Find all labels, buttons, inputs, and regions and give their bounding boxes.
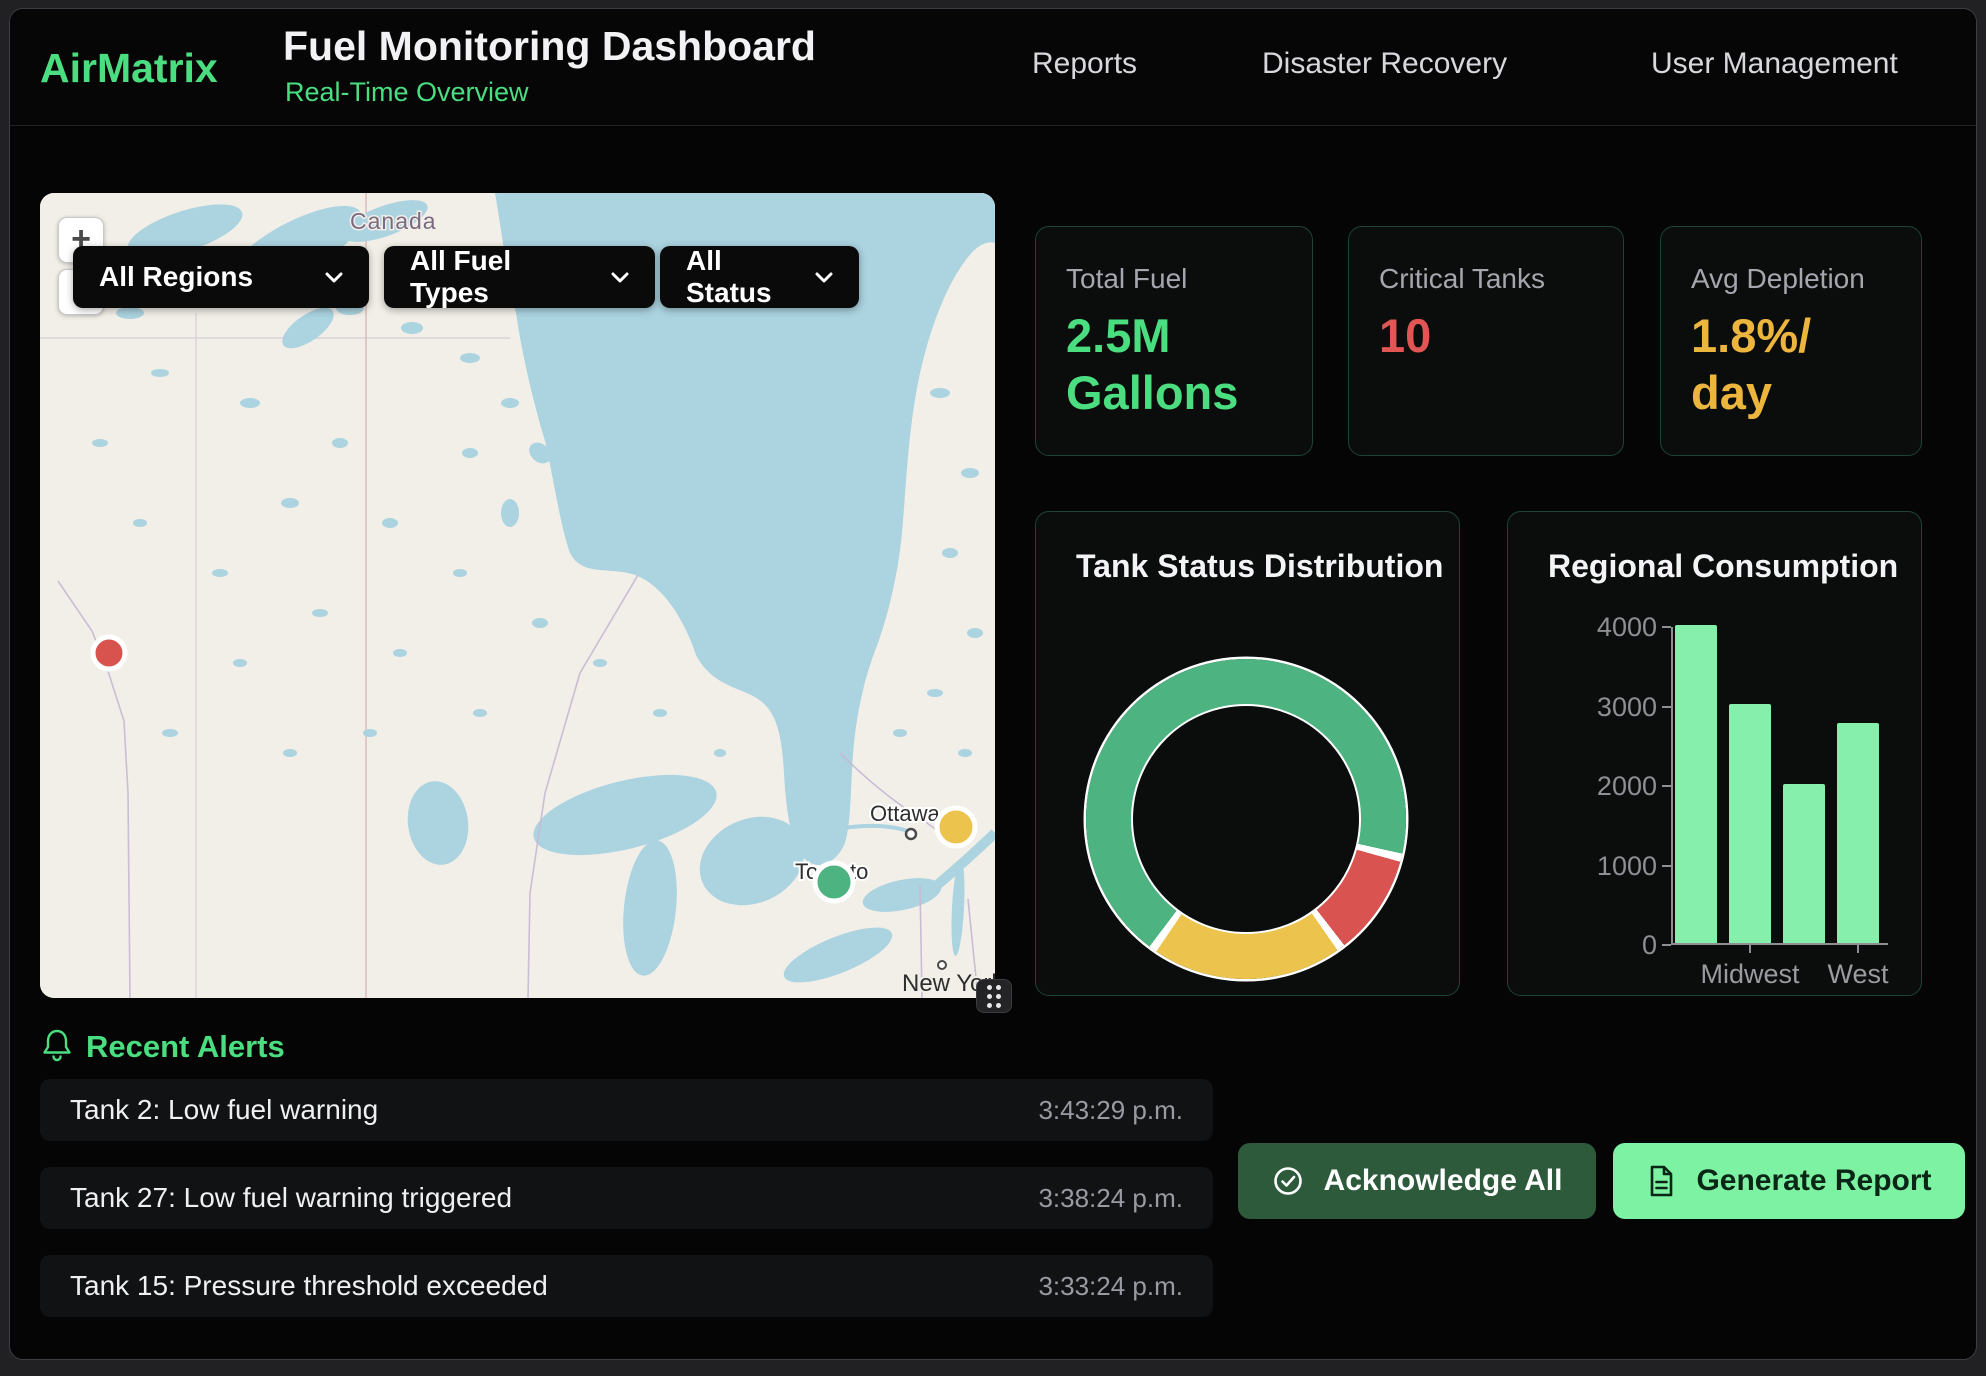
map-label-ottawa: Ottawa: [870, 801, 940, 826]
brand-logo: AirMatrix: [40, 45, 218, 92]
alert-text: Tank 2: Low fuel warning: [70, 1094, 378, 1126]
map-resize-handle[interactable]: [976, 979, 1012, 1013]
yellow-status-marker[interactable]: [937, 808, 975, 846]
red-status-marker[interactable]: [93, 637, 125, 669]
stat-value: 10: [1379, 307, 1593, 364]
filter-fuel-types-label: All Fuel Types: [410, 245, 585, 309]
tank-status-title: Tank Status Distribution: [1076, 548, 1443, 585]
chevron-down-icon: [789, 272, 833, 283]
x-axis-tick-label: West: [1798, 959, 1918, 990]
nav-disaster-recovery[interactable]: Disaster Recovery: [1262, 47, 1507, 81]
page-subtitle: Real-Time Overview: [285, 77, 529, 108]
filter-fuel-types-dropdown[interactable]: All Fuel Types: [384, 246, 655, 308]
x-axis-tick-mark: [1857, 945, 1859, 953]
alert-time: 3:33:24 p.m.: [1038, 1271, 1183, 1302]
stat-label: Critical Tanks: [1379, 263, 1593, 295]
dashboard-app: AirMatrix Fuel Monitoring Dashboard Real…: [9, 8, 1977, 1360]
acknowledge-all-label: Acknowledge All: [1324, 1164, 1563, 1198]
nav-user-management[interactable]: User Management: [1651, 47, 1898, 81]
y-axis-tick-mark: [1662, 626, 1671, 628]
check-circle-icon: [1272, 1165, 1304, 1197]
x-axis-tick-mark: [1749, 945, 1751, 953]
bar-2: [1783, 784, 1825, 943]
y-axis-tick-label: 1000: [1567, 851, 1657, 882]
alert-row[interactable]: Tank 27: Low fuel warning triggered 3:38…: [40, 1167, 1213, 1229]
ottawa-city-dot: [906, 829, 916, 839]
generate-report-label: Generate Report: [1696, 1164, 1931, 1198]
y-axis-tick-mark: [1662, 944, 1671, 946]
y-axis-tick-label: 4000: [1567, 612, 1657, 643]
y-axis-tick-mark: [1662, 785, 1671, 787]
tank-status-panel: Tank Status Distribution: [1035, 511, 1460, 996]
alert-time: 3:43:29 p.m.: [1038, 1095, 1183, 1126]
drag-handle-icon: [987, 985, 992, 990]
chevron-down-icon: [299, 272, 343, 283]
alert-row[interactable]: Tank 15: Pressure threshold exceeded 3:3…: [40, 1255, 1213, 1317]
filter-regions-dropdown[interactable]: All Regions: [73, 246, 369, 308]
bar-3: [1837, 723, 1879, 943]
stat-label: Total Fuel: [1066, 263, 1282, 295]
tank-status-donut-chart: [1086, 659, 1406, 979]
file-text-icon: [1646, 1164, 1676, 1198]
new-york-city-dot: [938, 961, 946, 969]
filter-status-dropdown[interactable]: All Status: [660, 246, 859, 308]
filter-regions-label: All Regions: [99, 261, 253, 293]
filter-status-label: All Status: [686, 245, 789, 309]
acknowledge-all-button[interactable]: Acknowledge All: [1238, 1143, 1596, 1219]
stat-value: 1.8%/day: [1691, 307, 1891, 422]
alert-time: 3:38:24 p.m.: [1038, 1183, 1183, 1214]
page-title: Fuel Monitoring Dashboard: [283, 23, 816, 70]
map-svg: Canada Ottawa Toronto New York: [40, 193, 995, 998]
nav-reports[interactable]: Reports: [1032, 47, 1137, 81]
y-axis-tick-label: 3000: [1567, 692, 1657, 723]
regional-consumption-panel: Regional Consumption 01000200030004000Mi…: [1507, 511, 1922, 996]
y-axis-tick-mark: [1662, 706, 1671, 708]
stat-card-avg-depletion: Avg Depletion 1.8%/day: [1660, 226, 1922, 456]
bar-1: [1729, 704, 1771, 943]
alert-row[interactable]: Tank 2: Low fuel warning 3:43:29 p.m.: [40, 1079, 1213, 1141]
y-axis-tick-label: 0: [1567, 930, 1657, 961]
regional-consumption-title: Regional Consumption: [1548, 548, 1898, 585]
chevron-down-icon: [585, 272, 629, 283]
alert-text: Tank 27: Low fuel warning triggered: [70, 1182, 512, 1214]
bar-0: [1675, 625, 1717, 943]
green-status-marker[interactable]: [815, 863, 853, 901]
alerts-heading: Recent Alerts: [86, 1029, 285, 1065]
fuel-map[interactable]: Canada Ottawa Toronto New York + All Reg…: [40, 193, 995, 998]
x-axis-tick-label: Midwest: [1690, 959, 1810, 990]
stat-card-total-fuel: Total Fuel 2.5MGallons: [1035, 226, 1313, 456]
bell-icon: [42, 1028, 72, 1062]
y-axis-tick-mark: [1662, 865, 1671, 867]
app-header: AirMatrix Fuel Monitoring Dashboard Real…: [10, 9, 1976, 126]
stat-label: Avg Depletion: [1691, 263, 1891, 295]
bar-plot: 01000200030004000MidwestWest: [1671, 627, 1888, 945]
stat-card-critical-tanks: Critical Tanks 10: [1348, 226, 1624, 456]
donut-hole: [1131, 704, 1361, 934]
map-label-canada: Canada: [350, 208, 437, 234]
generate-report-button[interactable]: Generate Report: [1613, 1143, 1965, 1219]
stat-value: 2.5MGallons: [1066, 307, 1282, 422]
y-axis-tick-label: 2000: [1567, 771, 1657, 802]
alert-text: Tank 15: Pressure threshold exceeded: [70, 1270, 548, 1302]
